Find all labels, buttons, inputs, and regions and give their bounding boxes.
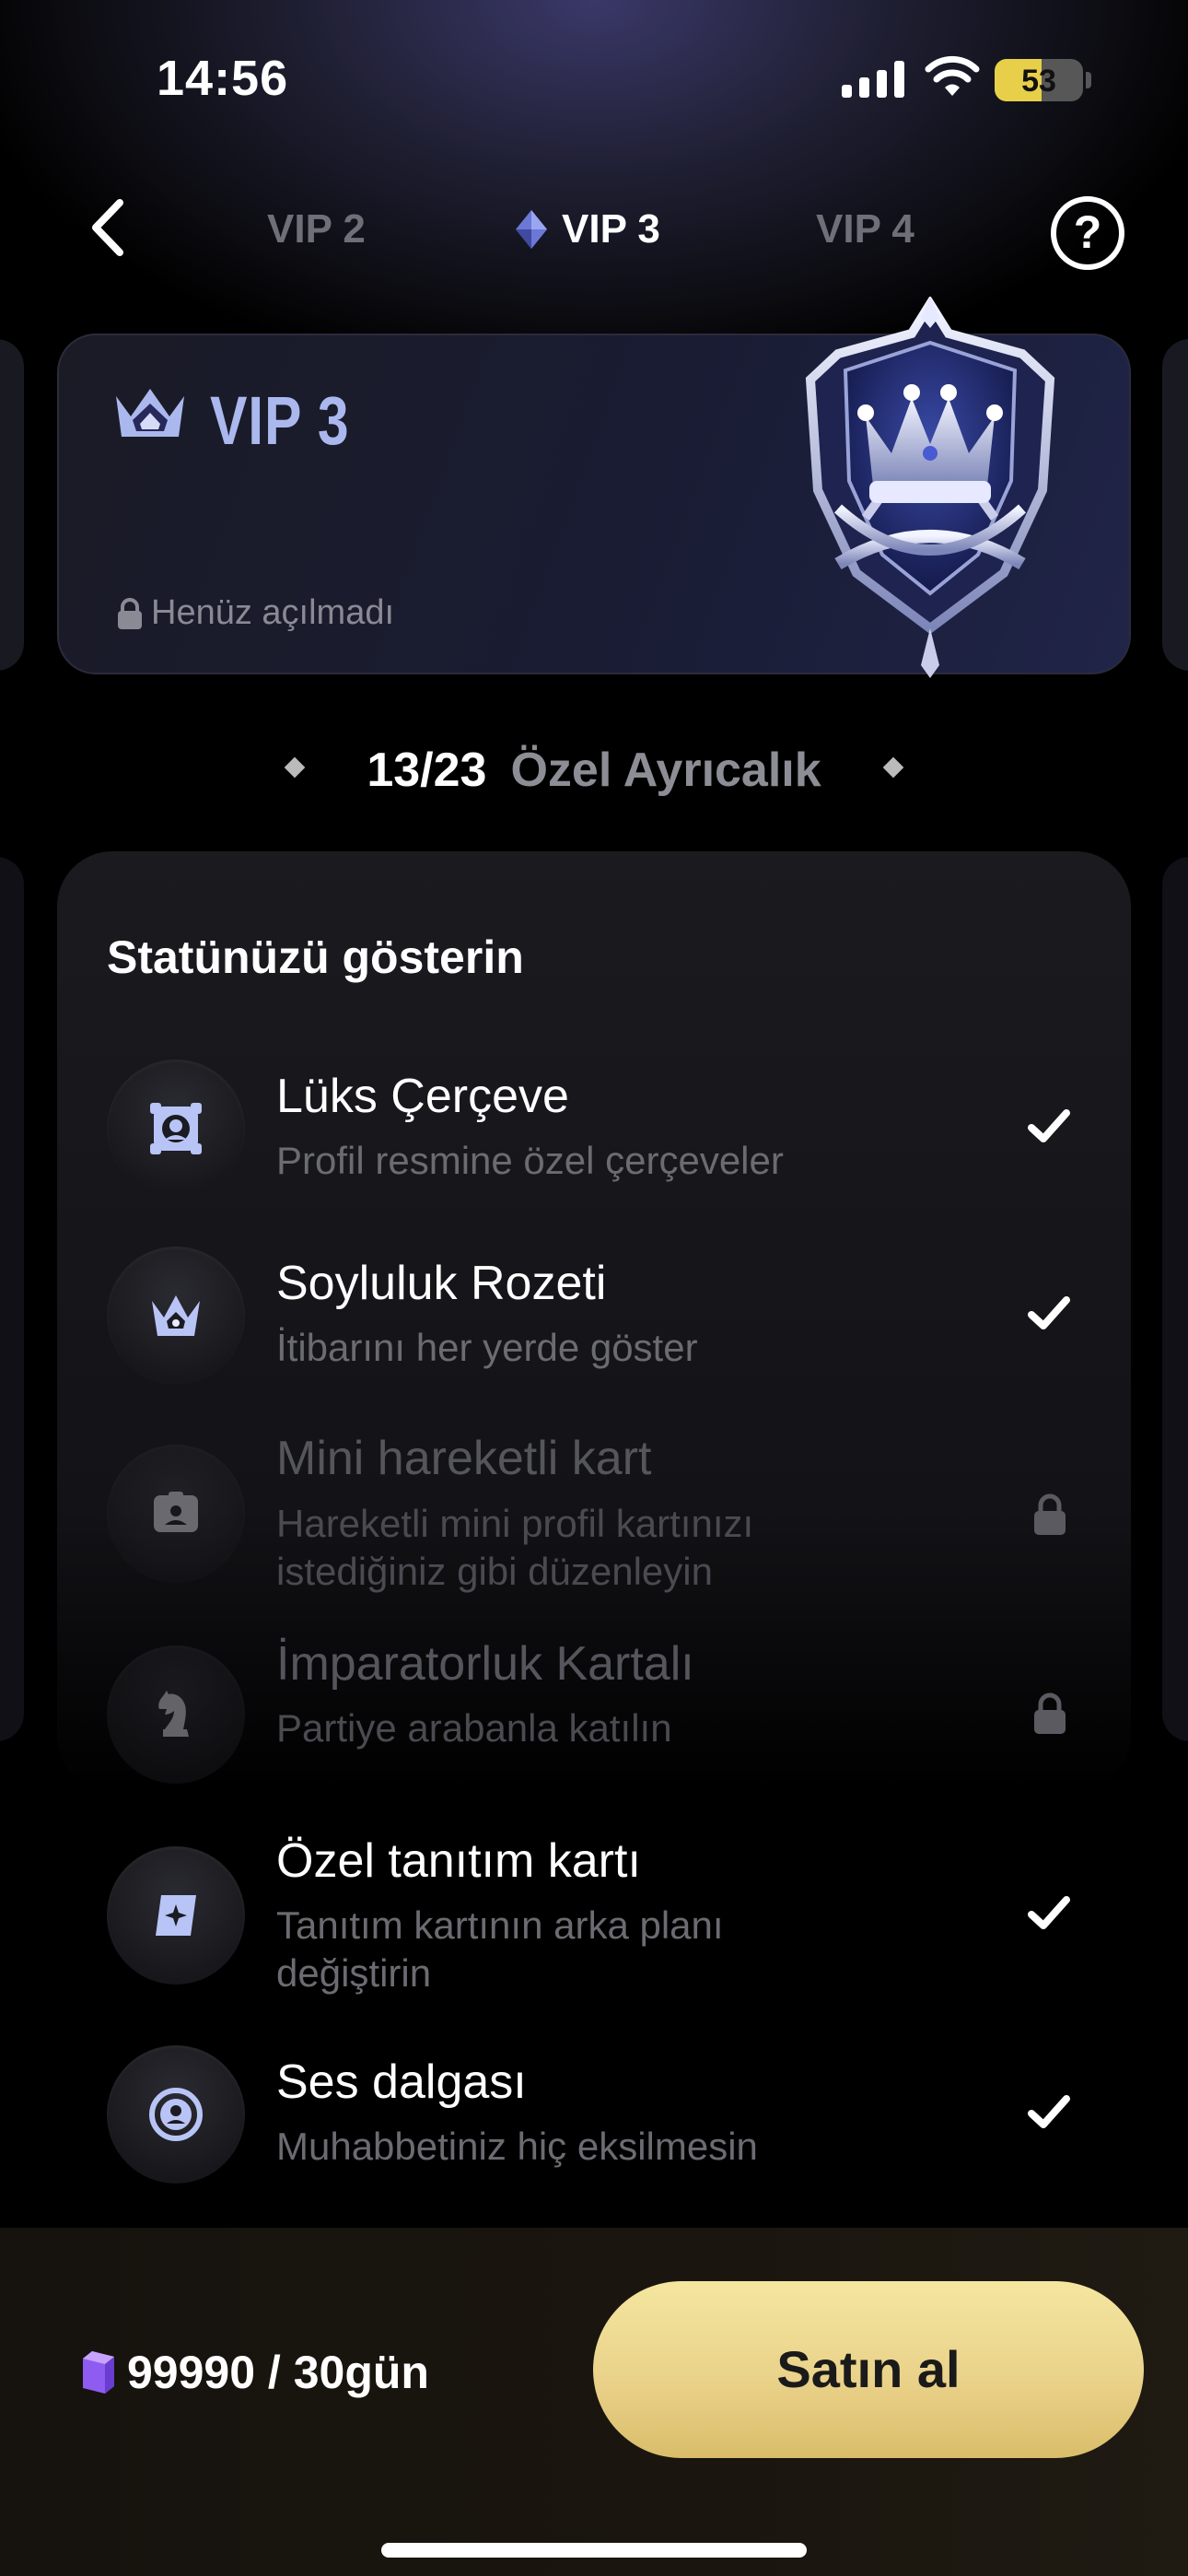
knight-icon <box>107 1645 245 1784</box>
privilege-panel-previous <box>0 857 24 1741</box>
lock-icon <box>118 597 142 629</box>
privilege-desc-line-2: değiştirin <box>276 1951 432 1995</box>
gem-icon <box>83 2351 114 2394</box>
wifi-icon <box>925 55 980 96</box>
battery-cap <box>1086 72 1091 88</box>
vip-lock-status: Henüz açılmadı <box>116 593 394 633</box>
check-icon <box>1028 1296 1070 1329</box>
id-card-icon <box>107 1445 245 1583</box>
privilege-desc: Profil resmine özel çerçeveler <box>276 1139 784 1182</box>
battery-percent: 53 <box>1021 64 1056 99</box>
battery-icon: 53 <box>995 59 1083 101</box>
intro-card-icon <box>107 1846 245 1985</box>
privilege-title: Özel tanıtım kartı <box>276 1834 641 1888</box>
lock-icon <box>1034 1692 1066 1734</box>
privilege-count-row: 13/23 Özel Ayrıcalık <box>0 743 1188 798</box>
check-icon <box>1028 2095 1070 2128</box>
privilege-desc-line-2: istediğiniz gibi düzenleyin <box>276 1550 713 1593</box>
vip-crown-icon <box>116 389 184 437</box>
vip-card-next[interactable] <box>1162 339 1188 671</box>
home-indicator[interactable] <box>381 2543 807 2558</box>
privilege-desc: İtibarını her yerde göster <box>276 1326 698 1369</box>
vip-crown-shield-badge <box>805 297 1055 678</box>
lock-icon <box>1034 1493 1066 1535</box>
privilege-desc: Muhabbetiniz hiç eksilmesin <box>276 2125 758 2168</box>
price-display: 99990 / 30gün <box>83 2346 429 2399</box>
tab-vip-2[interactable]: VIP 2 <box>267 206 366 252</box>
privilege-title: İmparatorluk Kartalı <box>276 1637 694 1691</box>
right-diamond-icon <box>882 756 903 779</box>
privilege-title: Lüks Çerçeve <box>276 1070 569 1123</box>
section-title: Statünüzü gösterin <box>107 931 524 983</box>
price-text: 99990 / 30gün <box>127 2347 429 2398</box>
diamond-icon <box>516 210 547 249</box>
tab-vip-4[interactable]: VIP 4 <box>816 206 914 252</box>
check-icon <box>1028 1896 1070 1929</box>
privilege-desc-line-1: Tanıtım kartının arka planı <box>276 1903 724 1947</box>
check-icon <box>1028 1109 1070 1142</box>
privilege-count: 13/23 <box>367 744 487 797</box>
tab-vip-3-label: VIP 3 <box>562 206 660 252</box>
privilege-desc: Partiye arabanla katılın <box>276 1706 672 1750</box>
buy-button[interactable]: Satın al <box>593 2281 1144 2458</box>
status-time: 14:56 <box>157 51 289 106</box>
privilege-title: Soyluluk Rozeti <box>276 1257 607 1310</box>
frame-icon <box>107 1060 245 1198</box>
left-diamond-icon <box>284 756 306 779</box>
privilege-count-label: Özel Ayrıcalık <box>510 744 821 797</box>
status-bar: 14:56 53 <box>0 0 1188 157</box>
vip-card-title: VIP 3 <box>210 382 350 459</box>
back-arrow-icon[interactable] <box>77 195 142 260</box>
privilege-panel-next <box>1162 857 1188 1741</box>
vip-card-previous[interactable] <box>0 339 24 671</box>
vip-lock-status-text: Henüz açılmadı <box>151 593 395 632</box>
privilege-title: Mini hareketli kart <box>276 1432 652 1485</box>
privilege-title: Ses dalgası <box>276 2055 527 2109</box>
help-button[interactable]: ? <box>1051 196 1124 270</box>
privilege-desc-line-1: Hareketli mini profil kartınızı <box>276 1502 754 1545</box>
voice-wave-icon <box>107 2045 245 2184</box>
cellular-signal-icon <box>842 61 904 98</box>
tab-vip-3[interactable]: VIP 3 <box>516 206 660 252</box>
crown-icon <box>107 1247 245 1385</box>
